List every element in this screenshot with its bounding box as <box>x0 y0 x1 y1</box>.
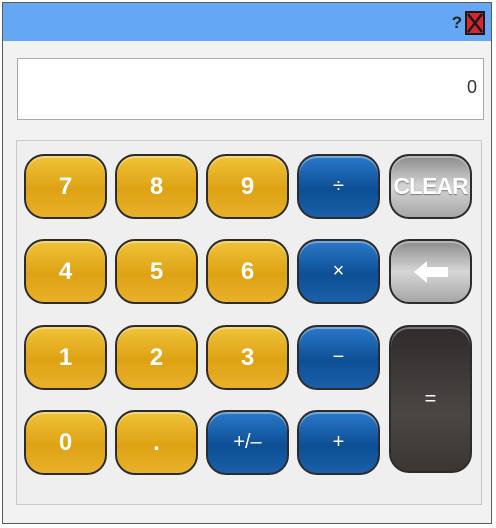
decimal-button[interactable]: . <box>115 410 198 475</box>
key-4[interactable]: 4 <box>24 239 107 304</box>
key-2[interactable]: 2 <box>115 325 198 390</box>
close-button[interactable] <box>465 11 485 35</box>
equals-button[interactable]: = <box>389 325 472 473</box>
negate-button[interactable]: +/– <box>206 410 289 475</box>
key-3[interactable]: 3 <box>206 325 289 390</box>
multiply-button[interactable]: × <box>297 239 380 304</box>
key-7[interactable]: 7 <box>24 154 107 219</box>
clear-label: CLEAR <box>393 173 468 199</box>
close-x-icon <box>467 13 483 33</box>
key-9[interactable]: 9 <box>206 154 289 219</box>
left-arrow-icon <box>413 260 448 283</box>
key-6[interactable]: 6 <box>206 239 289 304</box>
divide-button[interactable]: ÷ <box>297 154 380 219</box>
plus-button[interactable]: + <box>297 410 380 475</box>
display-field[interactable]: 0 <box>17 58 484 120</box>
clear-button[interactable]: CLEAR <box>389 154 472 219</box>
key-0[interactable]: 0 <box>24 410 107 475</box>
minus-button[interactable]: − <box>297 325 380 390</box>
key-8[interactable]: 8 <box>115 154 198 219</box>
title-bar: ? <box>3 3 491 41</box>
backspace-button[interactable] <box>389 239 472 304</box>
key-5[interactable]: 5 <box>115 239 198 304</box>
key-1[interactable]: 1 <box>24 325 107 390</box>
keypad: 7 8 9 ÷ CLEAR 4 5 6 × 1 2 3 − = 0 . +/– … <box>16 140 482 505</box>
help-button[interactable]: ? <box>451 12 463 34</box>
display-value: 0 <box>466 77 477 97</box>
